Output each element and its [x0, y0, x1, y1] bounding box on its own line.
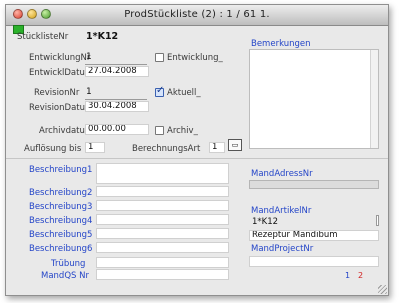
beschreibung1-field[interactable] [96, 163, 229, 184]
entwicklung-checkbox[interactable] [155, 53, 164, 62]
checkmark-icon: ✓ [156, 85, 165, 96]
entwickldatum-field[interactable]: 27.04.2008 [85, 66, 149, 77]
archivdatum-field[interactable]: 00.00.00 [85, 124, 149, 135]
revisiondatum-label: RevisionDatum [29, 103, 94, 113]
aktuell-checkbox[interactable]: ✓ [155, 85, 165, 97]
mandartikelnr-label: MandArtikelNr [251, 206, 312, 216]
window-title: ProdStückliste (2) : 1 / 61 1. [124, 9, 270, 20]
calculate-button[interactable]: ▭ [228, 139, 242, 151]
beschreibung6-label: Beschreibung6 [29, 244, 93, 254]
berechnungsart-label: BerechnungsArt [132, 144, 201, 154]
revisiondatum-field[interactable]: 30.04.2008 [85, 101, 149, 112]
mandqs-label: MandQS Nr [41, 271, 89, 281]
aufloesung-field[interactable]: 1 [85, 142, 105, 153]
stuecklistenr-label: StücklisteNr [17, 32, 69, 42]
mandprojectnr-label: MandProjectNr [251, 244, 314, 254]
beschreibung5-label: Beschreibung5 [29, 230, 93, 240]
entwicklungnr-underline [85, 64, 147, 65]
title-bar[interactable]: ProdStückliste (2) : 1 / 61 1. [6, 5, 388, 26]
berechnungsart-field[interactable]: 1 [209, 142, 225, 153]
bemerkungen-scrollbar[interactable] [370, 50, 378, 148]
resize-grip-icon[interactable] [378, 285, 387, 294]
truebung-label: Trübung [51, 259, 86, 269]
entwickldatum-label: EntwicklDatum [29, 68, 94, 78]
aufloesung-label: Auflösung bis [24, 144, 82, 154]
mandadressnr-label: MandAdressNr [251, 169, 313, 179]
entwicklungnr-value[interactable]: 1 [86, 52, 92, 62]
mandartikel-bezeichnung-field[interactable]: Rezeptur Mandibum [249, 230, 379, 241]
section-divider [6, 158, 388, 159]
main-window: ProdStückliste (2) : 1 / 61 1. Stücklist… [5, 4, 389, 296]
mandprojectnr-field[interactable] [249, 256, 379, 267]
aktuell-checkbox-label: Aktuell_ [167, 88, 201, 98]
stuecklistenr-value[interactable]: 1*K12 [86, 31, 118, 42]
beschreibung4-field[interactable] [96, 214, 229, 225]
mandqs-field[interactable] [96, 269, 229, 280]
revisionnr-value[interactable]: 1 [86, 87, 92, 97]
entwicklung-checkbox-label: Entwicklung_ [167, 53, 223, 63]
entwicklungnr-label: EntwicklungNr [29, 53, 91, 63]
revisionnr-label: RevisionNr [34, 88, 80, 98]
beschreibung2-label: Beschreibung2 [29, 188, 93, 198]
mandadressnr-field[interactable] [249, 180, 379, 189]
beschreibung3-label: Beschreibung3 [29, 202, 93, 212]
beschreibung6-field[interactable] [96, 242, 229, 253]
mandartikelnr-scroll-marker [376, 215, 379, 226]
revisionnr-underline [85, 99, 147, 100]
truebung-field[interactable] [96, 257, 229, 268]
archiv-checkbox-label: Archiv_ [167, 126, 198, 136]
bemerkungen-label: Bemerkungen [251, 39, 311, 49]
page-2-link[interactable]: 2 [358, 271, 363, 280]
page-1-link[interactable]: 1 [345, 271, 350, 280]
beschreibung2-field[interactable] [96, 186, 229, 197]
beschreibung3-field[interactable] [96, 200, 229, 211]
beschreibung5-field[interactable] [96, 228, 229, 239]
mandartikelnr-value[interactable]: 1*K12 [252, 217, 278, 227]
bemerkungen-textarea[interactable] [249, 49, 379, 149]
beschreibung4-label: Beschreibung4 [29, 216, 93, 226]
beschreibung1-label: Beschreibung1 [29, 165, 93, 175]
archiv-checkbox[interactable] [155, 126, 164, 135]
